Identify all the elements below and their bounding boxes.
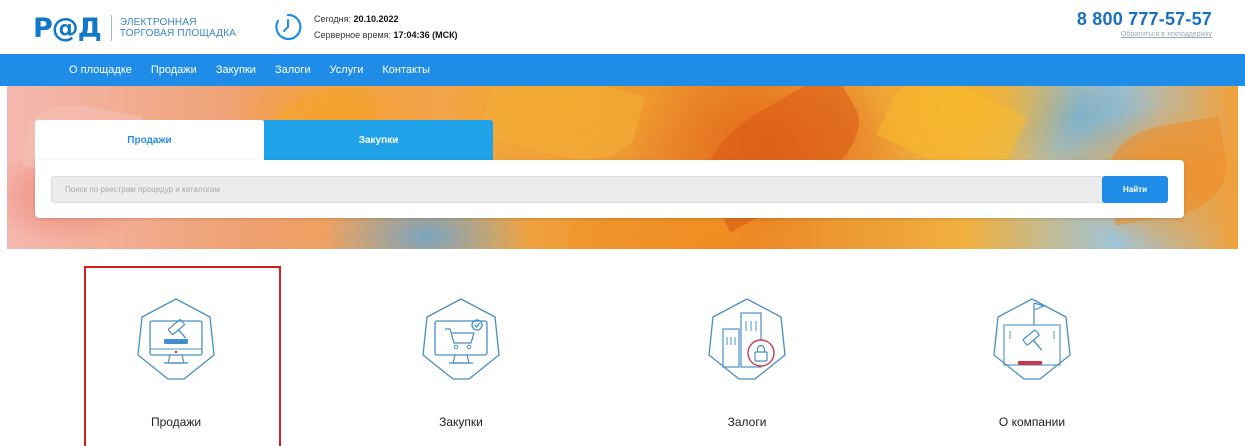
support-link[interactable]: Обратиться в техподдержку — [1077, 31, 1212, 38]
nav-item-pledges[interactable]: Залоги — [275, 64, 311, 76]
nav-item-sales[interactable]: Продажи — [151, 64, 197, 76]
nav-item-contacts[interactable]: Контакты — [382, 64, 430, 76]
main-nav: О площадке Продажи Закупки Залоги Услуги… — [0, 54, 1245, 86]
category-label: Залоги — [727, 415, 767, 429]
logo-mark: Р@Д — [33, 12, 102, 44]
company-flag-icon — [993, 298, 1071, 380]
nav-item-purchases[interactable]: Закупки — [216, 64, 256, 76]
tab-sales[interactable]: Продажи — [35, 120, 264, 160]
search-tabs: Продажи Закупки — [35, 120, 493, 160]
search-button[interactable]: Найти — [1102, 176, 1168, 203]
gavel-monitor-icon — [137, 298, 215, 380]
server-time-value: 17:04:36 (МСК) — [393, 30, 458, 40]
today-value: 20.10.2022 — [353, 14, 399, 24]
cart-monitor-icon — [422, 298, 500, 380]
category-label: Продажи — [150, 415, 202, 429]
category-label: О компании — [998, 415, 1066, 429]
category-about-company[interactable]: О компании — [972, 295, 1092, 429]
phone-number[interactable]: 8 800 777-57-57 — [1077, 9, 1212, 30]
category-sales[interactable]: Продажи — [116, 295, 236, 429]
server-time-label: Серверное время: — [314, 30, 394, 40]
tab-purchases[interactable]: Закупки — [264, 120, 493, 160]
category-label: Закупки — [439, 415, 483, 429]
today-label: Сегодня: — [314, 14, 354, 24]
logo-text: ЭЛЕКТРОННАЯ ТОРГОВАЯ ПЛОЩАДКА — [120, 17, 236, 39]
logo-divider — [110, 15, 112, 41]
buildings-lock-icon — [708, 298, 786, 380]
category-purchases[interactable]: Закупки — [401, 295, 521, 429]
date-time-info: Сегодня: 20.10.2022 Серверное время: 17:… — [314, 11, 458, 43]
search-input[interactable] — [51, 176, 1123, 203]
nav-item-services[interactable]: Услуги — [330, 64, 364, 76]
site-header: Р@Д ЭЛЕКТРОННАЯ ТОРГОВАЯ ПЛОЩАДКА Сегодн… — [0, 0, 1245, 54]
site-logo[interactable]: Р@Д ЭЛЕКТРОННАЯ ТОРГОВАЯ ПЛОЩАДКА — [33, 11, 236, 45]
category-pledges[interactable]: Залоги — [687, 295, 807, 429]
nav-item-about[interactable]: О площадке — [69, 64, 132, 76]
logo-line-2: ТОРГОВАЯ ПЛОЩАДКА — [119, 28, 237, 39]
clock-icon — [275, 13, 302, 41]
logo-line-1: ЭЛЕКТРОННАЯ — [119, 17, 197, 28]
search-panel: Найти — [35, 160, 1184, 218]
contact-block: 8 800 777-57-57 Обратиться в техподдержк… — [1077, 9, 1212, 38]
